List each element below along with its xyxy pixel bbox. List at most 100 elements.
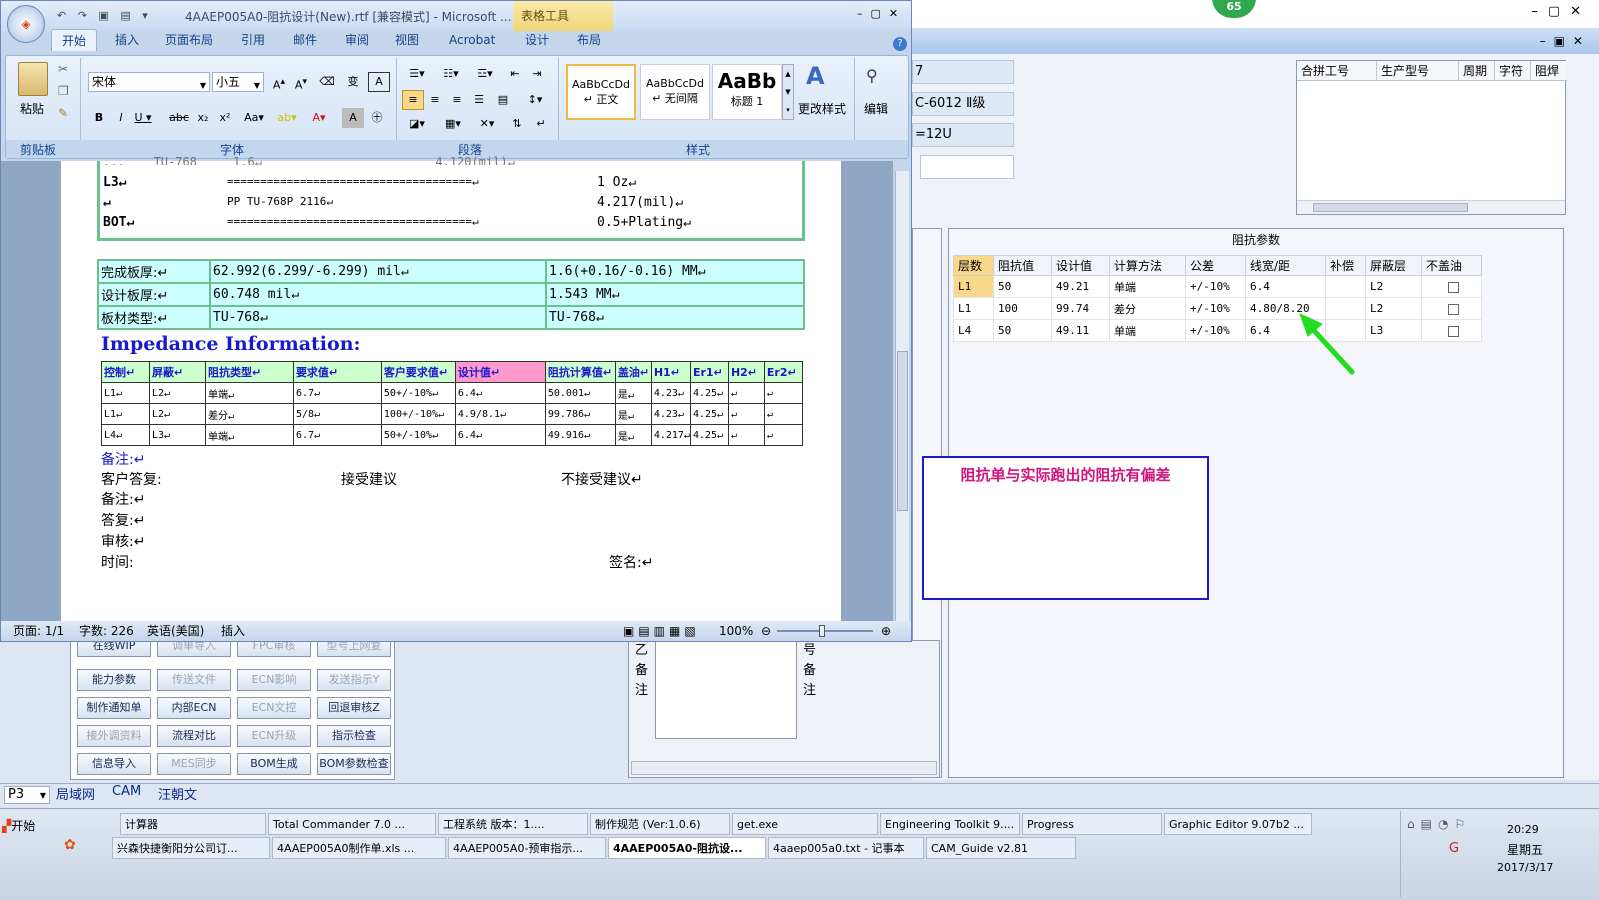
align-right-icon[interactable]: ≡ xyxy=(446,90,468,110)
style-heading-1[interactable]: AaBb 标题 1 xyxy=(712,64,782,120)
app-button-1-0[interactable]: 能力参数 xyxy=(77,669,151,691)
taskbar-item[interactable]: 工程系统 版本：1.... xyxy=(438,813,588,835)
align-center-icon[interactable]: ≡ xyxy=(424,90,446,110)
app-button-1-1[interactable]: 传送文件 xyxy=(157,669,231,691)
imp-cell[interactable]: ↵ xyxy=(727,403,765,425)
ribbon-tab-7[interactable]: Acrobat xyxy=(439,29,505,51)
status-lang[interactable]: 英语(美国) xyxy=(147,621,204,641)
taskbar-item[interactable]: get.exe xyxy=(732,813,878,835)
start-button[interactable]: ▞开始 xyxy=(2,815,48,837)
imp-header-cell[interactable]: 盖油↵ xyxy=(614,361,652,383)
imp-cell[interactable]: 6.4↵ xyxy=(454,424,546,446)
highlight-icon[interactable]: ab▾ xyxy=(272,108,302,128)
memo-hscroll[interactable] xyxy=(631,761,937,775)
imp-cell[interactable]: 4.25↵ xyxy=(689,424,729,446)
change-style-icon[interactable]: A xyxy=(806,62,825,90)
tab-lan[interactable]: 局域网 xyxy=(56,784,95,803)
tab-p3[interactable]: P3 ▼ xyxy=(4,786,50,804)
superscript-icon[interactable]: x² xyxy=(214,108,236,128)
ribbon-tab-3[interactable]: 引用 xyxy=(231,29,275,51)
imp-cell[interactable]: 6.7↵ xyxy=(292,382,382,404)
taskbar-item[interactable]: 制作规范 (Ver:1.0.6) xyxy=(590,813,730,835)
underline-icon[interactable]: U ▾ xyxy=(132,108,154,128)
ribbon-tab-0[interactable]: 开始 xyxy=(51,29,98,51)
taskbar-item[interactable]: Total Commander 7.0 ... xyxy=(268,813,436,835)
imp-header-cell[interactable]: Er1↵ xyxy=(689,361,729,383)
app-button-2-0[interactable]: 制作通知单 xyxy=(77,697,151,719)
board-cell[interactable]: 设计板厚:↵ xyxy=(97,282,211,307)
imp-cell[interactable]: ↵ xyxy=(763,403,804,425)
taskbar-item[interactable]: Progress xyxy=(1022,813,1162,835)
taskbar-item[interactable]: 4AAEP005A0-阻抗设... xyxy=(608,837,766,859)
board-cell[interactable]: 60.748 mil↵ xyxy=(209,282,547,307)
imp-cell[interactable]: 4.217↵ xyxy=(650,424,691,446)
imp-cell[interactable]: 5/8↵ xyxy=(292,403,382,425)
clock-date[interactable]: 2017/3/17 xyxy=(1497,861,1553,874)
board-cell[interactable]: 完成板厚:↵ xyxy=(97,259,211,284)
imp-cell[interactable]: ↵ xyxy=(763,424,804,446)
italic-icon[interactable]: I xyxy=(110,108,132,128)
imp-cell[interactable]: 6.7↵ xyxy=(292,424,382,446)
taskbar-item[interactable]: Graphic Editor 9.07b2 ... xyxy=(1164,813,1312,835)
imp-cell[interactable]: 99.786↵ xyxy=(544,403,616,425)
imp-cell[interactable]: 是↵ xyxy=(614,403,652,425)
imp-cell[interactable]: 差分↵ xyxy=(204,403,294,425)
app-button-4-3[interactable]: BOM参数检查 xyxy=(317,753,391,775)
tray-icons-2[interactable]: G xyxy=(1449,841,1459,856)
imp-cell[interactable]: 4.9/8.1↵ xyxy=(454,403,546,425)
app-button-3-1[interactable]: 流程对比 xyxy=(157,725,231,747)
quick-access[interactable]: ↶ ↷ ▣ ▤ ▾ xyxy=(57,9,152,22)
imp-header-cell[interactable]: H1↵ xyxy=(650,361,691,383)
multilevel-icon[interactable]: ☲▾ xyxy=(470,64,500,84)
app-button-3-3[interactable]: 指示检查 xyxy=(317,725,391,747)
word-imp-table[interactable]: 控制↵ 屏蔽↵ 阻抗类型↵ 要求值↵ 客户要求值↵ 设计值↵ 阻抗计算值↵ 盖油↵ H1↵ Er1… xyxy=(101,361,804,446)
clock-time[interactable]: 20:29 xyxy=(1507,823,1539,836)
change-case-icon[interactable]: Aa▾ xyxy=(240,108,268,128)
imp-header-cell[interactable]: 屏蔽↵ xyxy=(148,361,206,383)
imp-header-cell[interactable]: Er2↵ xyxy=(763,361,804,383)
format-painter-icon[interactable]: ✎ xyxy=(58,106,68,120)
shading-icon[interactable]: ◪▾ xyxy=(402,114,432,134)
style-no-spacing[interactable]: AaBbCcDd ↵ 无间隔 xyxy=(640,64,710,120)
imp-cell[interactable]: 50.001↵ xyxy=(544,382,616,404)
imp-header-cell[interactable]: 设计值↵ xyxy=(454,361,546,383)
justify-icon[interactable]: ☰ xyxy=(468,90,490,110)
tab-cam[interactable]: CAM xyxy=(112,784,141,799)
bullets-icon[interactable]: ☰▾ xyxy=(402,64,432,84)
doc-vscroll[interactable] xyxy=(895,171,909,621)
clear-format-icon[interactable]: ⌫ xyxy=(316,72,338,92)
imp-cell[interactable]: 是↵ xyxy=(614,424,652,446)
font-name-select[interactable]: 宋体 ▼ xyxy=(88,72,210,92)
style-scroll[interactable]: ▲ ▼ ▾ xyxy=(782,64,794,120)
taskbar-item[interactable]: 4AAEP005A0制作单.xls ... xyxy=(272,837,446,859)
subscript-icon[interactable]: x₂ xyxy=(192,108,214,128)
taskbar-item[interactable]: Engineering Toolkit 9.... xyxy=(880,813,1020,835)
imp-cell[interactable]: L3↵ xyxy=(148,424,206,446)
phonetic-icon[interactable]: 变 xyxy=(342,72,364,92)
imp-header-cell[interactable]: 要求值↵ xyxy=(292,361,382,383)
app-button-4-2[interactable]: BOM生成 xyxy=(237,753,311,775)
show-marks-icon[interactable]: ↵ xyxy=(530,114,552,134)
app-button-4-0[interactable]: 信息导入 xyxy=(77,753,151,775)
paste-icon[interactable] xyxy=(18,62,48,96)
help-icon[interactable]: ? xyxy=(893,37,907,51)
borders-icon[interactable]: ▦▾ xyxy=(438,114,468,134)
bold-icon[interactable]: B xyxy=(88,108,110,128)
shrink-font-icon[interactable]: A▾ xyxy=(290,72,312,92)
change-style-label[interactable]: 更改样式 xyxy=(798,100,846,117)
taskbar-item[interactable]: CAM_Guide v2.81 xyxy=(926,837,1076,859)
ribbon-tab-1[interactable]: 插入 xyxy=(105,29,149,51)
imp-cell[interactable]: L1↵ xyxy=(101,403,150,425)
decrease-indent-icon[interactable]: ⇤ xyxy=(504,64,526,84)
app-button-3-0[interactable]: 接外调资料 xyxy=(77,725,151,747)
imp-cell[interactable]: 4.23↵ xyxy=(650,382,691,404)
app-button-4-1[interactable]: MES同步 xyxy=(157,753,231,775)
char-border-icon[interactable]: A xyxy=(368,72,390,92)
taskbar-item[interactable]: 兴森快捷衡阳分公司订... xyxy=(112,837,270,859)
imp-cell[interactable]: L4↵ xyxy=(101,424,150,446)
imp-header-cell[interactable]: 阻抗计算值↵ xyxy=(544,361,616,383)
tray-icons[interactable]: ⌂▤◔⚐ xyxy=(1407,817,1471,831)
zoom-level[interactable]: 100% xyxy=(719,621,753,641)
app-button-2-3[interactable]: 回退审核Z xyxy=(317,697,391,719)
increase-indent-icon[interactable]: ⇥ xyxy=(526,64,548,84)
